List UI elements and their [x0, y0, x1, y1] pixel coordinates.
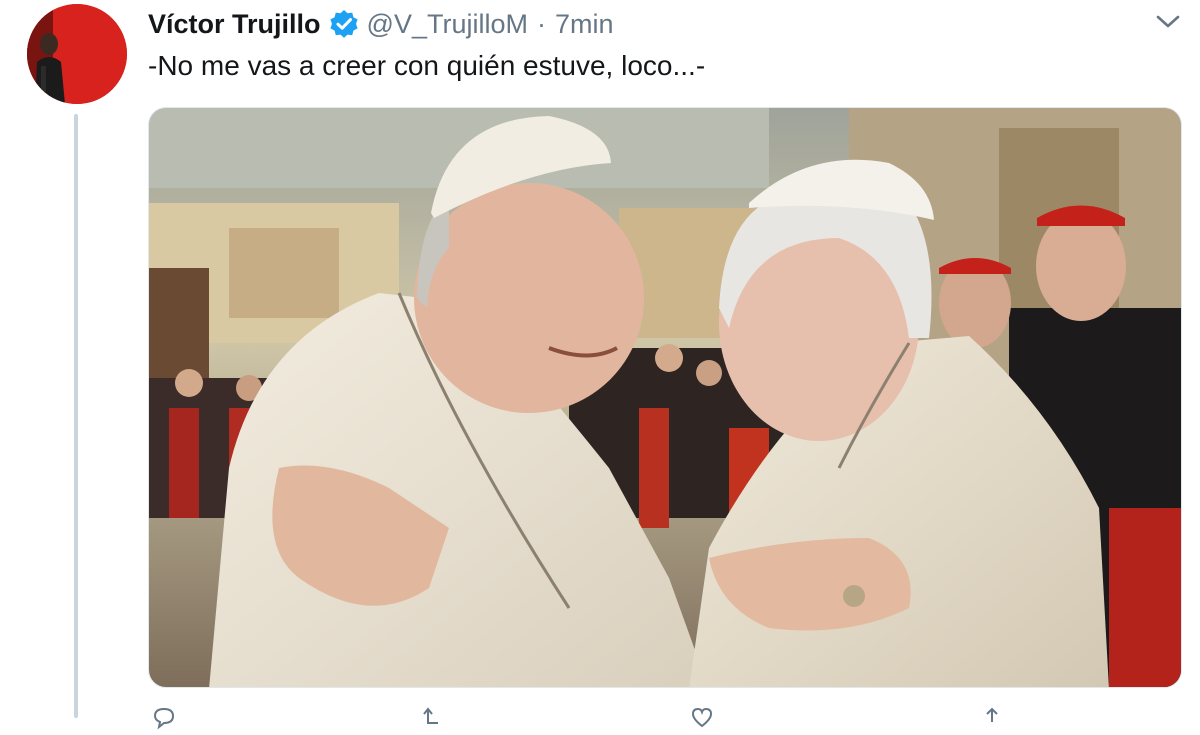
thread-line	[74, 114, 78, 718]
tweet[interactable]: Víctor Trujillo @V_TrujilloM · 7min -No …	[0, 0, 1200, 730]
timestamp[interactable]: 7min	[555, 9, 614, 40]
tweet-header: Víctor Trujillo @V_TrujilloM · 7min	[148, 6, 1140, 42]
user-handle[interactable]: @V_TrujilloM	[367, 9, 528, 40]
verified-badge-icon	[329, 9, 359, 39]
avatar-image	[27, 4, 127, 104]
separator-dot: ·	[536, 8, 546, 39]
chevron-down-icon[interactable]	[1154, 8, 1182, 36]
tweet-media[interactable]	[148, 107, 1182, 688]
tweet-photo	[149, 108, 1181, 687]
share-icon[interactable]	[980, 706, 1004, 730]
display-name[interactable]: Víctor Trujillo	[148, 9, 321, 40]
tweet-text: -No me vas a creer con quién estuve, loc…	[148, 50, 706, 81]
avatar[interactable]	[27, 4, 127, 104]
reply-icon[interactable]	[152, 706, 176, 730]
heart-icon[interactable]	[690, 706, 714, 730]
retweet-icon[interactable]	[420, 706, 444, 730]
